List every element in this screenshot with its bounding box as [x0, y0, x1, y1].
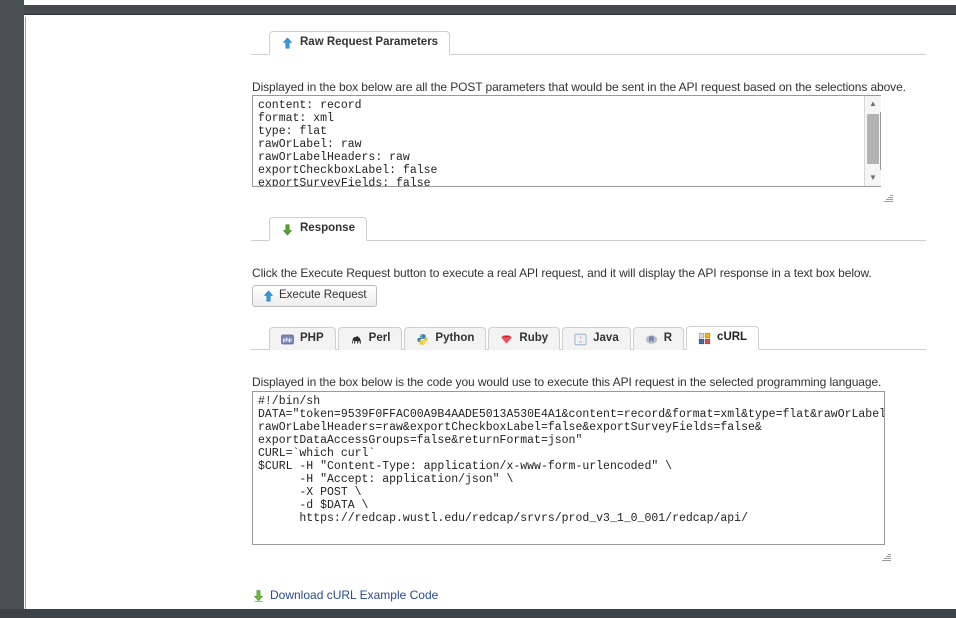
tab-label: R: [664, 333, 672, 345]
java-icon: [574, 333, 587, 346]
tab-label: Raw Request Parameters: [300, 37, 438, 49]
download-arrow-icon: [281, 223, 294, 236]
execute-request-label: Execute Request: [279, 290, 367, 302]
api-playground-content: Raw Request Parameters Displayed in the …: [26, 17, 956, 609]
raw-params-resize-grip[interactable]: [883, 192, 894, 203]
code-example-box: [252, 391, 885, 545]
page-canvas: Raw Request Parameters Displayed in the …: [25, 17, 956, 609]
browser-window: Raw Request Parameters Displayed in the …: [0, 0, 956, 618]
window-chrome-top-bar: [0, 5, 956, 15]
tab-label: Python: [435, 333, 474, 345]
download-arrow-icon: [252, 589, 263, 602]
raw-params-scrollbar[interactable]: ▲ ▼: [864, 96, 880, 186]
tab-response[interactable]: Response: [269, 217, 367, 241]
python-icon: [416, 333, 429, 346]
scrollbar-thumb[interactable]: [867, 114, 879, 164]
svg-text:R: R: [649, 336, 654, 343]
raw-request-parameters-description: Displayed in the box below are all the P…: [252, 80, 906, 94]
tab-curl[interactable]: cURL: [686, 326, 759, 350]
tab-java[interactable]: Java: [562, 327, 631, 350]
tab-python[interactable]: Python: [404, 327, 486, 350]
scroll-down-arrow-icon[interactable]: ▼: [865, 170, 881, 186]
r-icon: R: [645, 333, 658, 346]
tab-label: Java: [593, 333, 619, 345]
window-chrome-bottom-bar: [0, 609, 956, 618]
code-panel-description: Displayed in the box below is the code y…: [252, 375, 881, 389]
svg-text:php: php: [283, 337, 292, 343]
ruby-gem-icon: [500, 333, 513, 346]
download-curl-example-link[interactable]: Download cURL Example Code: [252, 588, 438, 602]
tab-perl[interactable]: Perl: [338, 327, 403, 350]
language-tabstrip: php PHP Perl: [251, 326, 926, 350]
tab-label: cURL: [717, 332, 747, 344]
upload-arrow-icon: [281, 37, 294, 50]
response-tabstrip: Response: [251, 217, 926, 241]
php-icon: php: [281, 333, 294, 346]
raw-request-parameters-box: ▲ ▼: [252, 95, 881, 187]
tab-label: Ruby: [519, 333, 548, 345]
response-description: Click the Execute Request button to exec…: [252, 266, 872, 280]
tab-php[interactable]: php PHP: [269, 327, 336, 350]
raw-request-parameters-tabstrip: Raw Request Parameters: [251, 31, 926, 55]
tab-label: Response: [300, 223, 355, 235]
scroll-up-arrow-icon[interactable]: ▲: [865, 96, 881, 112]
code-example-resize-grip[interactable]: [881, 551, 892, 562]
code-example-textarea[interactable]: [252, 391, 885, 545]
raw-request-parameters-textarea[interactable]: [252, 95, 881, 187]
tab-raw-request-parameters[interactable]: Raw Request Parameters: [269, 31, 450, 55]
window-chrome-left-rail: [0, 0, 24, 618]
execute-request-button[interactable]: Execute Request: [252, 285, 377, 307]
tab-ruby[interactable]: Ruby: [488, 327, 560, 350]
upload-arrow-icon: [262, 290, 273, 303]
tab-label: Perl: [369, 333, 391, 345]
perl-camel-icon: [350, 333, 363, 346]
tab-r[interactable]: R R: [633, 327, 684, 350]
download-link-label: Download cURL Example Code: [270, 588, 438, 602]
tab-label: PHP: [300, 333, 324, 345]
curl-icon: [698, 332, 711, 345]
